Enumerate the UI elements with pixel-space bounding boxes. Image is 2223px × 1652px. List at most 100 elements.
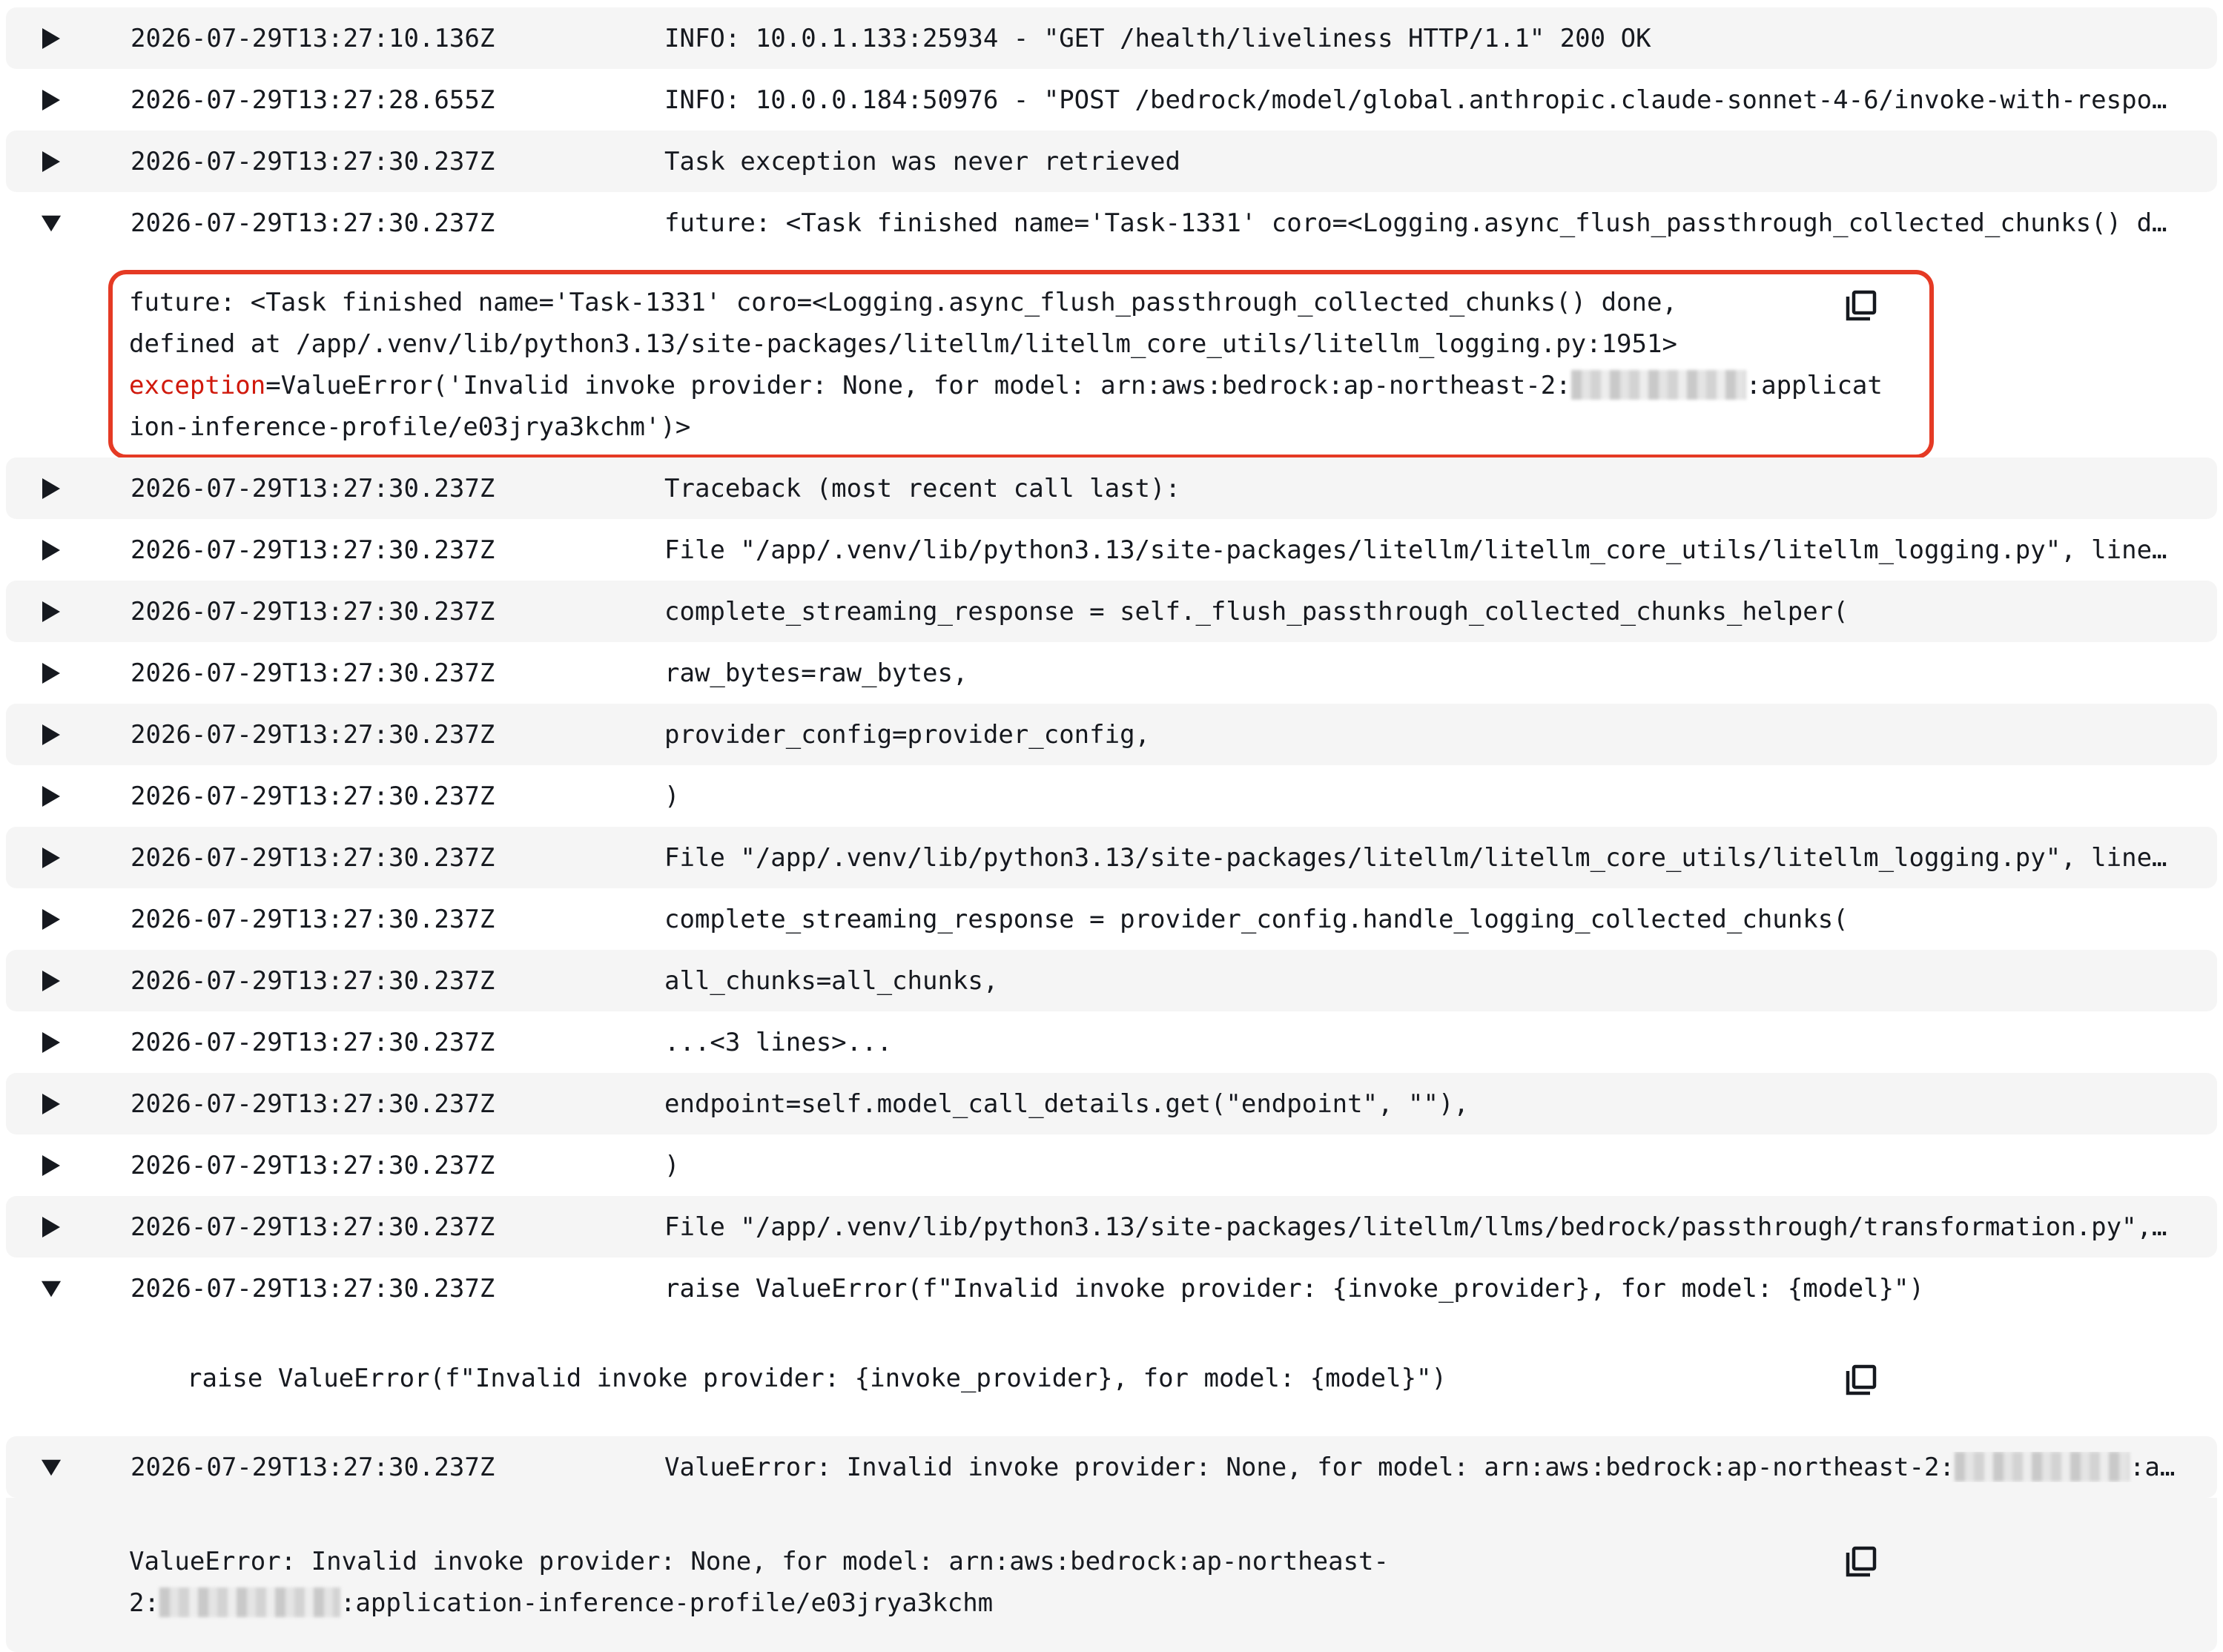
log-message-text: File "/app/.venv/lib/python3.13/site-pac… xyxy=(664,535,2176,565)
log-row[interactable]: 2026-07-29T13:27:30.237Z all_chunks=all_c… xyxy=(6,950,2217,1011)
log-message-text: raise ValueError(f"Invalid invoke provid… xyxy=(664,1273,1924,1304)
copy-icon[interactable] xyxy=(1842,1544,1879,1581)
log-row[interactable]: 2026-07-29T13:27:30.237Z future: <Task fi… xyxy=(6,192,2217,254)
caret-right-icon[interactable] xyxy=(33,457,70,519)
log-row[interactable]: 2026-07-29T13:27:30.237Z File "/app/.venv… xyxy=(6,827,2217,888)
log-message: provider_config=provider_config, xyxy=(664,720,2176,750)
log-timestamp: 2026-07-29T13:27:30.237Z xyxy=(131,146,495,176)
log-message: raise ValueError(f"Invalid invoke provid… xyxy=(664,1274,2176,1304)
log-message: complete_streaming_response = provider_c… xyxy=(664,905,2176,934)
caret-right-icon[interactable] xyxy=(33,704,70,765)
caret-right-icon[interactable] xyxy=(33,1196,70,1258)
log-row[interactable]: 2026-07-29T13:27:30.237Z File "/app/.venv… xyxy=(6,519,2217,581)
caret-down-icon[interactable] xyxy=(33,1436,70,1498)
redacted-account-id xyxy=(159,1587,340,1617)
log-timestamp: 2026-07-29T13:27:30.237Z xyxy=(131,473,495,503)
detail-line: ValueError: Invalid invoke provider: Non… xyxy=(129,1547,1389,1576)
log-row[interactable]: 2026-07-29T13:27:10.136Z INFO: 10.0.1.133… xyxy=(6,7,2217,69)
log-row[interactable]: 2026-07-29T13:27:28.655Z INFO: 10.0.0.184… xyxy=(6,69,2217,130)
log-message-text: complete_streaming_response = self._flus… xyxy=(664,596,1849,627)
log-message-text: ) xyxy=(664,1150,680,1180)
log-message-tail: :app… xyxy=(2129,1453,2176,1482)
log-timestamp: 2026-07-29T13:27:30.237Z xyxy=(131,842,495,873)
copy-icon[interactable] xyxy=(1842,288,1879,325)
caret-right-icon[interactable] xyxy=(33,827,70,888)
log-message: INFO: 10.0.0.184:50976 - "POST /bedrock/… xyxy=(664,85,2176,115)
log-message-text: ValueError: Invalid invoke provider: Non… xyxy=(664,1453,1955,1482)
log-message-text: endpoint=self.model_call_details.get("en… xyxy=(664,1088,1469,1119)
log-timestamp: 2026-07-29T13:27:30.237Z xyxy=(131,904,495,934)
caret-down-icon[interactable] xyxy=(33,192,70,254)
log-detail-text: raise ValueError(f"Invalid invoke provid… xyxy=(187,1364,1447,1393)
log-timestamp: 2026-07-29T13:27:30.237Z xyxy=(131,208,495,238)
log-timestamp: 2026-07-29T13:27:10.136Z xyxy=(131,23,495,53)
log-row[interactable]: 2026-07-29T13:27:30.237Z endpoint=self.mo… xyxy=(6,1073,2217,1134)
detail-line: =ValueError('Invalid invoke provider: No… xyxy=(265,371,1571,400)
log-timestamp: 2026-07-29T13:27:30.237Z xyxy=(131,535,495,565)
log-row[interactable]: 2026-07-29T13:27:30.237Z raw_bytes=raw_by… xyxy=(6,642,2217,704)
log-message-text: ...<3 lines>... xyxy=(664,1027,893,1057)
log-message: ) xyxy=(664,1151,2176,1180)
log-row[interactable]: 2026-07-29T13:27:30.237Z Task exception w… xyxy=(6,130,2217,192)
log-timestamp: 2026-07-29T13:27:30.237Z xyxy=(131,1150,495,1180)
log-message-text: Task exception was never retrieved xyxy=(664,146,1180,176)
log-message: complete_streaming_response = self._flus… xyxy=(664,597,2176,627)
log-message-text: complete_streaming_response = provider_c… xyxy=(664,904,1849,934)
log-detail-text: future: <Task finished name='Task-1331' … xyxy=(129,282,1894,448)
caret-right-icon[interactable] xyxy=(33,1073,70,1134)
caret-right-icon[interactable] xyxy=(33,888,70,950)
log-timestamp: 2026-07-29T13:27:30.237Z xyxy=(131,719,495,750)
caret-right-icon[interactable] xyxy=(33,581,70,642)
caret-right-icon[interactable] xyxy=(33,69,70,130)
log-row[interactable]: 2026-07-29T13:27:30.237Z ValueError: Inva… xyxy=(6,1436,2217,1498)
log-message: File "/app/.venv/lib/python3.13/site-pac… xyxy=(664,1212,2176,1242)
log-message: File "/app/.venv/lib/python3.13/site-pac… xyxy=(664,843,2176,873)
log-message-text: ) xyxy=(664,781,680,811)
caret-right-icon[interactable] xyxy=(33,950,70,1011)
log-row[interactable]: 2026-07-29T13:27:30.237Z File "/app/.venv… xyxy=(6,1196,2217,1258)
copy-icon[interactable] xyxy=(1842,1362,1879,1399)
caret-right-icon[interactable] xyxy=(33,130,70,192)
log-row[interactable]: 2026-07-29T13:27:30.237Z) xyxy=(6,765,2217,827)
log-message-text: provider_config=provider_config, xyxy=(664,719,1151,750)
log-message: Traceback (most recent call last): xyxy=(664,474,2176,503)
exception-keyword: exception xyxy=(129,371,266,400)
caret-right-icon[interactable] xyxy=(33,1134,70,1196)
log-message-text: raw_bytes=raw_bytes, xyxy=(664,658,968,688)
log-message-text: Traceback (most recent call last): xyxy=(664,473,1180,503)
log-row[interactable]: 2026-07-29T13:27:30.237Z raise ValueError… xyxy=(6,1258,2217,1319)
log-row[interactable]: 2026-07-29T13:27:30.237Z provider_config=… xyxy=(6,704,2217,765)
log-row[interactable]: 2026-07-29T13:27:30.237Z ...<3 lines>... xyxy=(6,1011,2217,1073)
log-timestamp: 2026-07-29T13:27:30.237Z xyxy=(131,1273,495,1304)
log-message: all_chunks=all_chunks, xyxy=(664,966,2176,996)
log-row[interactable]: 2026-07-29T13:27:30.237Z) xyxy=(6,1134,2217,1196)
log-row[interactable]: 2026-07-29T13:27:30.237Z Traceback (most … xyxy=(6,457,2217,519)
log-message-text: all_chunks=all_chunks, xyxy=(664,965,999,996)
caret-right-icon[interactable] xyxy=(33,519,70,581)
detail-line: defined at /app/.venv/lib/python3.13/sit… xyxy=(129,329,1677,359)
log-detail-text: ValueError: Invalid invoke provider: Non… xyxy=(129,1541,1464,1624)
log-detail-raise: raise ValueError(f"Invalid invoke provid… xyxy=(6,1319,2217,1436)
log-detail-valueerror: ValueError: Invalid invoke provider: Non… xyxy=(6,1498,2217,1652)
log-row[interactable]: 2026-07-29T13:27:30.237Z complete_streami… xyxy=(6,888,2217,950)
redacted-account-id xyxy=(1954,1452,2130,1481)
caret-right-icon[interactable] xyxy=(33,7,70,69)
log-timestamp: 2026-07-29T13:27:30.237Z xyxy=(131,596,495,627)
log-row[interactable]: 2026-07-29T13:27:30.237Z complete_streami… xyxy=(6,581,2217,642)
log-message: raw_bytes=raw_bytes, xyxy=(664,658,2176,688)
caret-right-icon[interactable] xyxy=(33,1011,70,1073)
caret-right-icon[interactable] xyxy=(33,765,70,827)
log-timestamp: 2026-07-29T13:27:30.237Z xyxy=(131,781,495,811)
caret-right-icon[interactable] xyxy=(33,642,70,704)
log-message: future: <Task finished name='Task-1331' … xyxy=(664,208,2176,238)
log-timestamp: 2026-07-29T13:27:30.237Z xyxy=(131,1088,495,1119)
log-message: Task exception was never retrieved xyxy=(664,147,2176,176)
detail-line: 2: xyxy=(129,1588,159,1618)
log-message-text: File "/app/.venv/lib/python3.13/site-pac… xyxy=(664,842,2176,873)
log-message-text: future: <Task finished name='Task-1331' … xyxy=(664,208,2176,238)
caret-down-icon[interactable] xyxy=(33,1258,70,1319)
log-message: endpoint=self.model_call_details.get("en… xyxy=(664,1089,2176,1119)
log-message: INFO: 10.0.1.133:25934 - "GET /health/li… xyxy=(664,24,2176,53)
log-message: ...<3 lines>... xyxy=(664,1028,2176,1057)
detail-line: future: <Task finished name='Task-1331' … xyxy=(129,288,1677,317)
